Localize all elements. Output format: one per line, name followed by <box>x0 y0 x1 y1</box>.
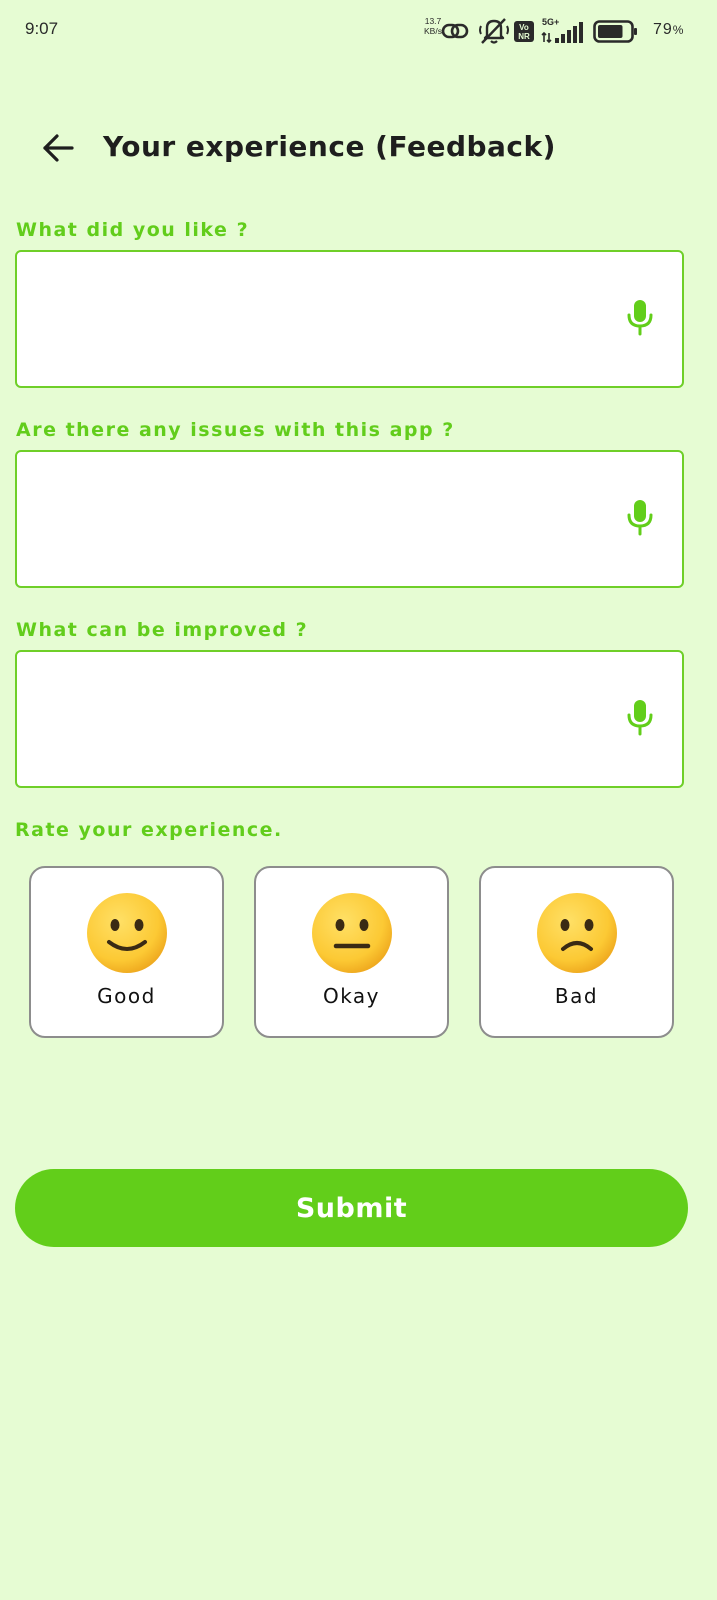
improve-field <box>15 650 684 788</box>
arrow-left-icon <box>41 133 75 167</box>
liked-field-label: What did you like ? <box>16 219 250 241</box>
status-time: 9:07 <box>25 19 59 38</box>
rating-okay-label: Okay <box>322 984 381 1008</box>
neutral-face-icon <box>311 892 393 974</box>
submit-button[interactable]: Submit <box>15 1169 688 1247</box>
status-bar: 9:07 13.7 KB/s Vo NR 5G+ 79% <box>0 0 717 62</box>
issues-mic-button[interactable] <box>622 497 658 541</box>
issues-field <box>15 450 684 588</box>
improve-field-label: What can be improved ? <box>16 619 309 641</box>
rating-label: Rate your experience. <box>15 819 283 841</box>
rating-bad-label: Bad <box>554 984 599 1008</box>
battery-percent-sign: % <box>672 23 685 37</box>
microphone-icon <box>625 698 655 740</box>
rating-good-label: Good <box>97 984 156 1008</box>
slightly-smiling-face-icon <box>86 892 168 974</box>
battery-percent-value: 79 <box>653 21 673 38</box>
rating-options: Good Okay Bad <box>0 866 717 1040</box>
liked-mic-button[interactable] <box>622 297 658 341</box>
app-bar: Your experience (Feedback) <box>0 118 717 182</box>
rating-bad-button[interactable]: Bad <box>479 866 674 1038</box>
microphone-icon <box>625 298 655 340</box>
microphone-icon <box>625 498 655 540</box>
liked-field <box>15 250 684 388</box>
back-button[interactable] <box>38 130 78 170</box>
issues-field-label: Are there any issues with this app ? <box>16 419 455 441</box>
page-title: Your experience (Feedback) <box>103 130 556 163</box>
bell-muted-icon <box>478 16 510 51</box>
improve-input[interactable] <box>29 662 613 778</box>
improve-mic-button[interactable] <box>622 697 658 741</box>
battery-percent: 79% <box>653 21 684 39</box>
frowning-face-icon <box>536 892 618 974</box>
rating-okay-button[interactable]: Okay <box>254 866 449 1038</box>
link-icon <box>440 18 470 49</box>
liked-input[interactable] <box>29 262 613 378</box>
vonr-top: Vo <box>519 23 529 32</box>
vonr-bottom: NR <box>518 32 530 41</box>
vonr-icon: Vo NR <box>514 21 534 42</box>
issues-input[interactable] <box>29 462 613 578</box>
battery-icon <box>593 20 639 49</box>
rating-good-button[interactable]: Good <box>29 866 224 1038</box>
